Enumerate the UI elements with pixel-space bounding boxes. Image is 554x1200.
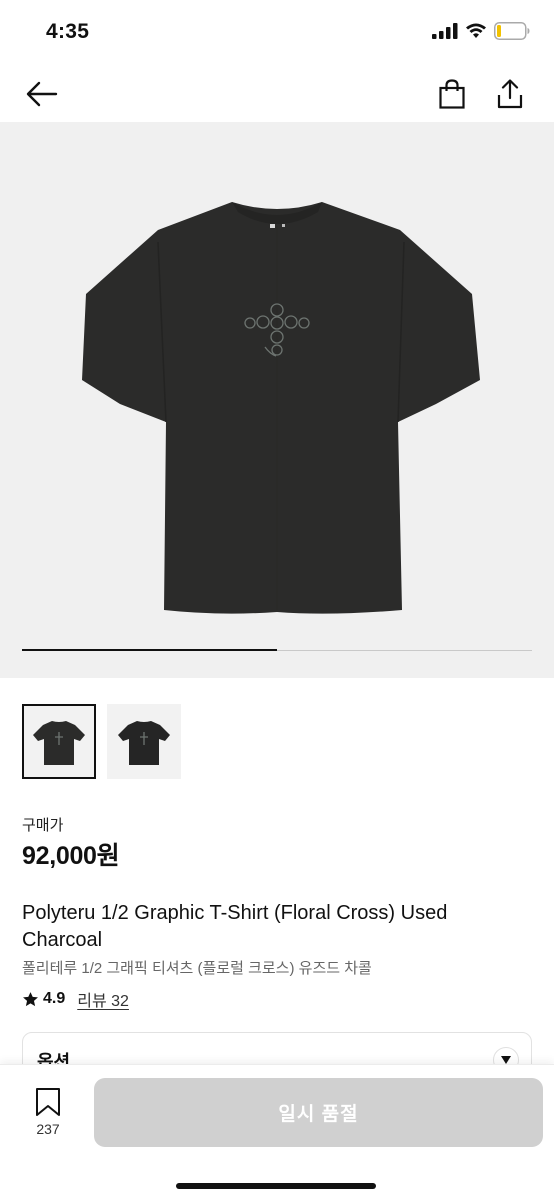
status-icons bbox=[432, 22, 530, 40]
share-button[interactable] bbox=[490, 74, 530, 114]
status-bar: 4:35 bbox=[0, 0, 554, 66]
bookmark-icon bbox=[36, 1088, 60, 1116]
status-time: 4:35 bbox=[46, 20, 90, 43]
rating-row: 4.9 리뷰 32 bbox=[22, 987, 129, 1011]
signal-icon bbox=[432, 23, 458, 39]
thumbnail-1[interactable] bbox=[22, 704, 96, 779]
product-image[interactable] bbox=[0, 122, 554, 678]
price-value: 92,000원 bbox=[22, 842, 120, 870]
rating-value: 4.9 bbox=[43, 990, 66, 1007]
cart-button[interactable] bbox=[432, 74, 472, 114]
wifi-icon bbox=[466, 23, 486, 38]
bottom-action-bar: 237 일시 품절 bbox=[0, 1064, 554, 1200]
price-label: 구매가 bbox=[22, 817, 64, 834]
review-link[interactable]: 리뷰 32 bbox=[77, 987, 129, 1011]
back-arrow-icon bbox=[26, 81, 58, 107]
shopping-bag-icon bbox=[439, 79, 465, 109]
t-shirt-thumbnail-icon bbox=[118, 720, 170, 765]
carousel-progress-fill bbox=[22, 649, 277, 651]
carousel-progress bbox=[22, 649, 532, 651]
t-shirt-image bbox=[82, 202, 480, 614]
star-icon bbox=[23, 991, 38, 1006]
sold-out-button[interactable]: 일시 품절 bbox=[94, 1078, 543, 1147]
product-name-korean: 폴리테루 1/2 그래픽 티셔츠 (플로럴 크로스) 유즈드 차콜 bbox=[22, 960, 372, 977]
t-shirt-thumbnail-icon bbox=[33, 720, 85, 765]
navigation-bar bbox=[0, 66, 554, 122]
share-icon bbox=[497, 79, 523, 109]
product-name: Polyteru 1/2 Graphic T-Shirt (Floral Cro… bbox=[22, 902, 448, 951]
thumbnail-2[interactable] bbox=[107, 704, 181, 779]
back-button[interactable] bbox=[22, 74, 62, 114]
wishlist-button[interactable]: 237 bbox=[20, 1087, 76, 1143]
home-indicator bbox=[176, 1183, 376, 1189]
wishlist-count: 237 bbox=[36, 1121, 60, 1137]
battery-icon bbox=[494, 22, 530, 40]
